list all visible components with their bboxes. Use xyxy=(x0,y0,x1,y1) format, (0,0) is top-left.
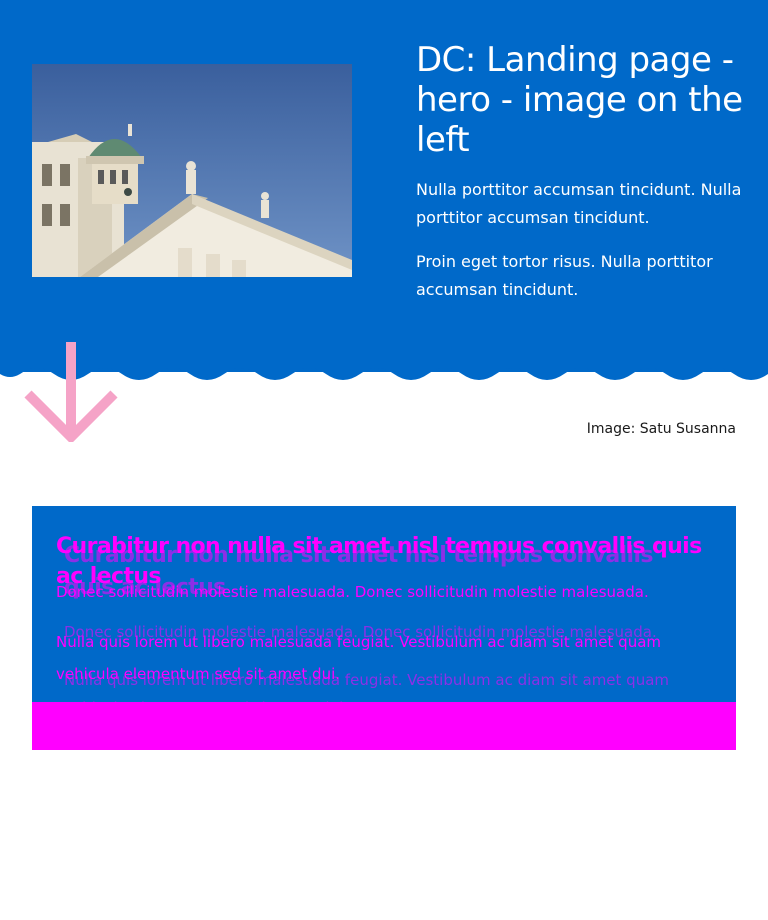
cathedral-photo xyxy=(32,64,352,277)
landing-page: DC: Landing page - hero - image on the l… xyxy=(0,0,768,920)
promo-paragraph-1: Donec sollicitudin molestie malesuada. D… xyxy=(56,583,649,601)
hero-paragraph-1: Nulla porttitor accumsan tincidunt. Null… xyxy=(416,180,742,227)
arrow-down-icon xyxy=(24,342,118,442)
image-caption: Image: Satu Susanna xyxy=(586,421,736,437)
promo-paragraph-2: Nulla quis lorem ut libero malesuada feu… xyxy=(56,633,662,683)
hero-image xyxy=(32,64,352,277)
promo-box: Curabitur non nulla sit amet nisl tempus… xyxy=(32,506,736,750)
hero-paragraph-2: Proin eget tortor risus. Nulla porttitor… xyxy=(416,252,713,299)
page-title: DC: Landing page - hero - image on the l… xyxy=(416,40,743,160)
hero-section: DC: Landing page - hero - image on the l… xyxy=(0,0,768,372)
